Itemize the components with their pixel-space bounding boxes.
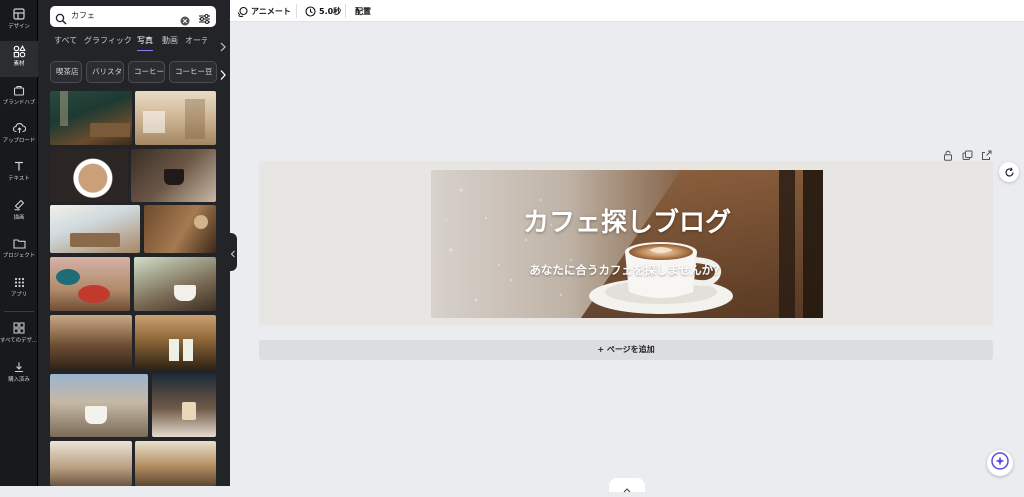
photo-result[interactable] (50, 315, 132, 370)
photo-result[interactable] (134, 257, 216, 311)
layout-icon (12, 7, 26, 21)
animate-label: アニメート (251, 6, 291, 16)
rail-item-text[interactable]: テキスト (0, 156, 38, 192)
tab-all[interactable]: すべて (54, 35, 77, 51)
brand-icon (12, 83, 26, 97)
folder-icon (12, 236, 26, 250)
filter-icon[interactable] (198, 10, 211, 29)
elements-panel: カフェ すべて グラフィック 写真 動画 オーデ 喫茶店 バリスタ コーヒー コ… (38, 0, 230, 486)
refresh-icon (1004, 163, 1015, 182)
search-icon (55, 10, 67, 29)
clear-search-icon[interactable] (180, 11, 190, 30)
photo-result[interactable] (135, 315, 216, 370)
photo-result[interactable] (50, 441, 132, 486)
banner-photo (431, 170, 823, 318)
rail-item-label: 描画 (13, 214, 25, 221)
rail-item-label: 素材 (13, 60, 25, 67)
photo-result[interactable] (50, 374, 148, 437)
chip-kissaten[interactable]: 喫茶店 (50, 61, 82, 83)
tab-graphics[interactable]: グラフィック (84, 35, 132, 51)
rail-item-elements[interactable]: 素材 (0, 41, 38, 77)
draw-icon (12, 198, 26, 212)
refresh-button[interactable] (999, 162, 1019, 182)
text-icon (12, 159, 26, 173)
animate-icon (237, 6, 248, 17)
photo-result[interactable] (50, 257, 130, 311)
rail-item-label: アプリ (10, 291, 28, 298)
rail-item-upload[interactable]: アップロード (0, 118, 38, 154)
rail-divider (4, 311, 34, 312)
share-page-icon[interactable] (981, 146, 993, 160)
photo-result[interactable] (152, 374, 216, 437)
rail-item-label: ブランドハブ (2, 99, 36, 106)
category-tabs: すべて グラフィック 写真 動画 オーデ (50, 35, 230, 52)
apps-icon (12, 275, 26, 289)
toolbar-divider (296, 4, 297, 18)
sparkle-icon (991, 452, 1009, 474)
blog-banner-image[interactable]: カフェ探しブログ あなたに合うカフェを探しませんか？ (431, 170, 823, 318)
position-button[interactable]: 配置 (355, 0, 371, 22)
page-tools (941, 146, 993, 161)
chevron-right-icon[interactable] (219, 66, 227, 83)
chevron-right-icon[interactable] (219, 37, 227, 56)
side-navigation-rail: デザイン 素材 ブランドハブ アップロード テキスト 描画 プロジェクト アプリ… (0, 0, 38, 486)
search-value[interactable]: カフェ (71, 10, 95, 21)
suggestion-chips: 喫茶店 バリスタ コーヒー コーヒー豆 (50, 61, 230, 83)
photo-result[interactable] (135, 441, 216, 486)
collapse-panel-handle[interactable] (228, 233, 237, 271)
download-icon (12, 360, 26, 374)
duration-button[interactable]: 5.0秒 (305, 0, 341, 22)
animate-button[interactable]: アニメート (237, 0, 291, 22)
chip-barista[interactable]: バリスタ (86, 61, 124, 83)
photo-result[interactable] (50, 91, 132, 145)
lock-icon[interactable] (943, 146, 955, 161)
banner-title[interactable]: カフェ探しブログ (431, 202, 823, 239)
magic-assistant-button[interactable] (987, 450, 1013, 476)
photo-result[interactable] (50, 205, 140, 253)
photo-result[interactable] (50, 149, 128, 202)
rail-item-label: アップロード (2, 137, 36, 144)
rail-item-label: プロジェクト (2, 252, 36, 259)
clock-icon (305, 5, 316, 17)
position-label: 配置 (355, 6, 371, 16)
editor-toolbar: アニメート 5.0秒 配置 (230, 0, 1024, 22)
chip-coffee-beans[interactable]: コーヒー豆 (169, 61, 217, 83)
rail-item-label: 購入済み (8, 376, 30, 383)
rail-item-brand-hub[interactable]: ブランドハブ (0, 80, 38, 116)
photo-result[interactable] (131, 149, 216, 202)
chip-coffee[interactable]: コーヒー (128, 61, 165, 83)
all-designs-icon (12, 321, 26, 335)
banner-subtitle[interactable]: あなたに合うカフェを探しませんか？ (431, 262, 823, 278)
tab-photos[interactable]: 写真 (137, 35, 153, 51)
rail-item-projects[interactable]: プロジェクト (0, 233, 38, 269)
rail-item-label: すべてのデザ... (0, 337, 38, 344)
photo-result[interactable] (135, 91, 216, 145)
add-page-button[interactable]: + ページを追加 (259, 340, 993, 360)
search-input[interactable]: カフェ (50, 6, 216, 27)
tab-videos[interactable]: 動画 (162, 35, 178, 51)
tab-audio[interactable]: オーデ (185, 35, 207, 51)
rail-item-design[interactable]: デザイン (0, 4, 38, 40)
chevron-left-icon (230, 243, 236, 262)
elements-icon (12, 44, 26, 58)
toolbar-divider (345, 4, 346, 18)
page-panel-handle[interactable] (609, 478, 645, 493)
duration-label: 5.0秒 (319, 6, 342, 16)
rail-item-all-designs[interactable]: すべてのデザ... (0, 318, 38, 354)
chevron-up-icon (623, 478, 631, 493)
rail-item-label: デザイン (8, 23, 30, 30)
rail-item-apps[interactable]: アプリ (0, 272, 38, 308)
rail-item-draw[interactable]: 描画 (0, 195, 38, 231)
photo-result[interactable] (144, 205, 216, 253)
upload-icon (12, 121, 26, 135)
rail-item-label: テキスト (8, 175, 30, 182)
duplicate-page-icon[interactable] (962, 146, 974, 160)
rail-item-purchased[interactable]: 購入済み (0, 357, 38, 393)
